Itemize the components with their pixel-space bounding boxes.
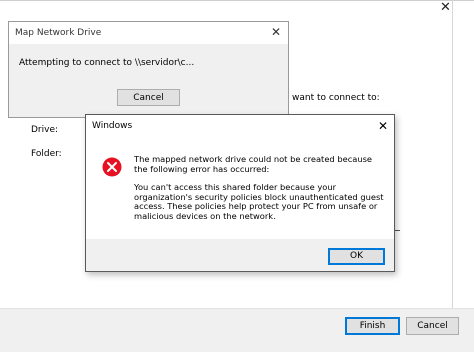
window-right-border	[452, 0, 453, 310]
progress-dialog-title: Map Network Drive	[15, 28, 102, 38]
error-icon	[102, 157, 122, 177]
map-network-drive-progress-dialog: Map Network Drive ✕ Attempting to connec…	[8, 21, 289, 118]
wizard-prompt-text: want to connect to:	[292, 93, 380, 103]
progress-message: Attempting to connect to \\servidor\c...	[19, 58, 195, 68]
error-close-icon[interactable]: ✕	[378, 119, 388, 133]
progress-close-icon[interactable]: ✕	[271, 25, 281, 39]
windows-error-dialog: Windows ✕ The mapped network drive could…	[85, 114, 395, 272]
finish-button[interactable]: Finish	[345, 317, 400, 335]
ok-button[interactable]: OK	[328, 248, 385, 265]
error-titlebar: Windows ✕	[86, 115, 394, 137]
progress-titlebar: Map Network Drive ✕	[9, 22, 288, 44]
window-top-border	[0, 0, 474, 1]
wizard-close-icon[interactable]: ✕	[440, 0, 451, 15]
error-body: The mapped network drive could not be cr…	[86, 137, 394, 239]
drive-label: Drive:	[31, 125, 59, 135]
wizard-footer	[0, 308, 474, 352]
error-message-detail: You can't access this shared folder beca…	[134, 182, 384, 221]
error-text: The mapped network drive could not be cr…	[134, 154, 384, 231]
progress-cancel-button[interactable]: Cancel	[117, 89, 180, 106]
folder-label: Folder:	[31, 149, 62, 159]
error-message-primary: The mapped network drive could not be cr…	[134, 154, 373, 174]
wizard-cancel-button[interactable]: Cancel	[406, 317, 459, 335]
error-dialog-title: Windows	[92, 121, 133, 131]
